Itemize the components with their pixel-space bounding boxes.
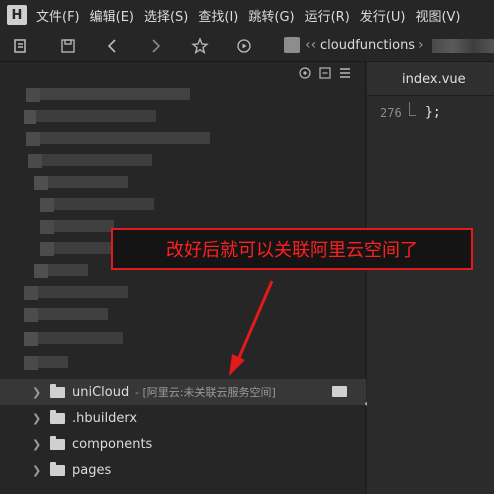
collapse-all-icon[interactable] [318, 66, 332, 80]
line-number: 276 [380, 106, 402, 120]
menu-file[interactable]: 文件(F) [36, 6, 80, 25]
menu-publish[interactable]: 发行(U) [360, 6, 406, 25]
tree-item-unicloud[interactable]: ❯ uniCloud - [阿里云:未关联云服务空间] [0, 379, 366, 405]
forward-icon[interactable] [145, 36, 165, 56]
hbuilder-logo-icon: H [7, 5, 27, 25]
menu-bar: H 文件(F) 编辑(E) 选择(S) 查找(I) 跳转(G) 运行(R) 发行… [0, 0, 494, 30]
tree-item-components[interactable]: ❯ components [0, 431, 366, 457]
menu-icon[interactable] [338, 66, 352, 80]
menu-find[interactable]: 查找(I) [198, 6, 238, 25]
annotation-text: 改好后就可以关联阿里云空间了 [166, 240, 418, 261]
star-icon[interactable] [190, 36, 210, 56]
breadcrumb-blurred-segment [432, 39, 494, 53]
open-folder-icon[interactable] [332, 386, 347, 397]
history-icon[interactable] [11, 36, 31, 56]
menu-goto[interactable]: 跳转(G) [248, 6, 294, 25]
folder-icon [50, 461, 65, 476]
tab-label: index.vue [402, 72, 466, 87]
annotation-callout: 改好后就可以关联阿里云空间了 [111, 228, 473, 270]
tab-index-vue[interactable]: index.vue [367, 62, 494, 96]
editor: index.vue 276 }; [367, 62, 494, 494]
breadcrumb-separator-icon: › [418, 37, 424, 53]
tree-item-label: uniCloud [72, 384, 130, 400]
project-icon [284, 37, 300, 53]
chevron-right-icon[interactable]: ❯ [32, 386, 41, 399]
breadcrumb-separator: ‹‹ [305, 37, 317, 53]
back-icon[interactable] [103, 36, 123, 56]
tree-item-label: pages [72, 462, 112, 478]
tree-item-label: .hbuilderx [72, 410, 138, 426]
menu-view[interactable]: 视图(V) [415, 6, 460, 25]
menu-select[interactable]: 选择(S) [144, 6, 188, 25]
fold-guide [409, 102, 416, 116]
chevron-right-icon[interactable]: ❯ [32, 412, 41, 425]
menu-edit[interactable]: 编辑(E) [90, 6, 134, 25]
breadcrumb-folder[interactable]: cloudfunctions [320, 38, 415, 53]
code-line[interactable]: }; [425, 105, 441, 120]
tree-item-hbuilderx[interactable]: ❯ .hbuilderx [0, 405, 366, 431]
folder-icon [50, 409, 65, 424]
explorer-header-icons [298, 66, 352, 80]
folder-icon [50, 435, 65, 450]
tree-item-label: components [72, 436, 153, 452]
tree-item-pages[interactable]: ❯ pages [0, 457, 366, 483]
folder-icon [50, 383, 65, 398]
run-icon[interactable] [234, 36, 254, 56]
target-icon[interactable] [298, 66, 312, 80]
tree-item-hint: - [阿里云:未关联云服务空间] [135, 386, 276, 399]
chevron-right-icon[interactable]: ❯ [32, 464, 41, 477]
chevron-right-icon[interactable]: ❯ [32, 438, 41, 451]
save-icon[interactable] [58, 36, 78, 56]
menu-run[interactable]: 运行(R) [305, 6, 350, 25]
project-explorer: ❯ uniCloud - [阿里云:未关联云服务空间] ❯ .hbuilderx… [0, 62, 366, 494]
toolbar: ‹‹ cloudfunctions › [0, 30, 494, 62]
